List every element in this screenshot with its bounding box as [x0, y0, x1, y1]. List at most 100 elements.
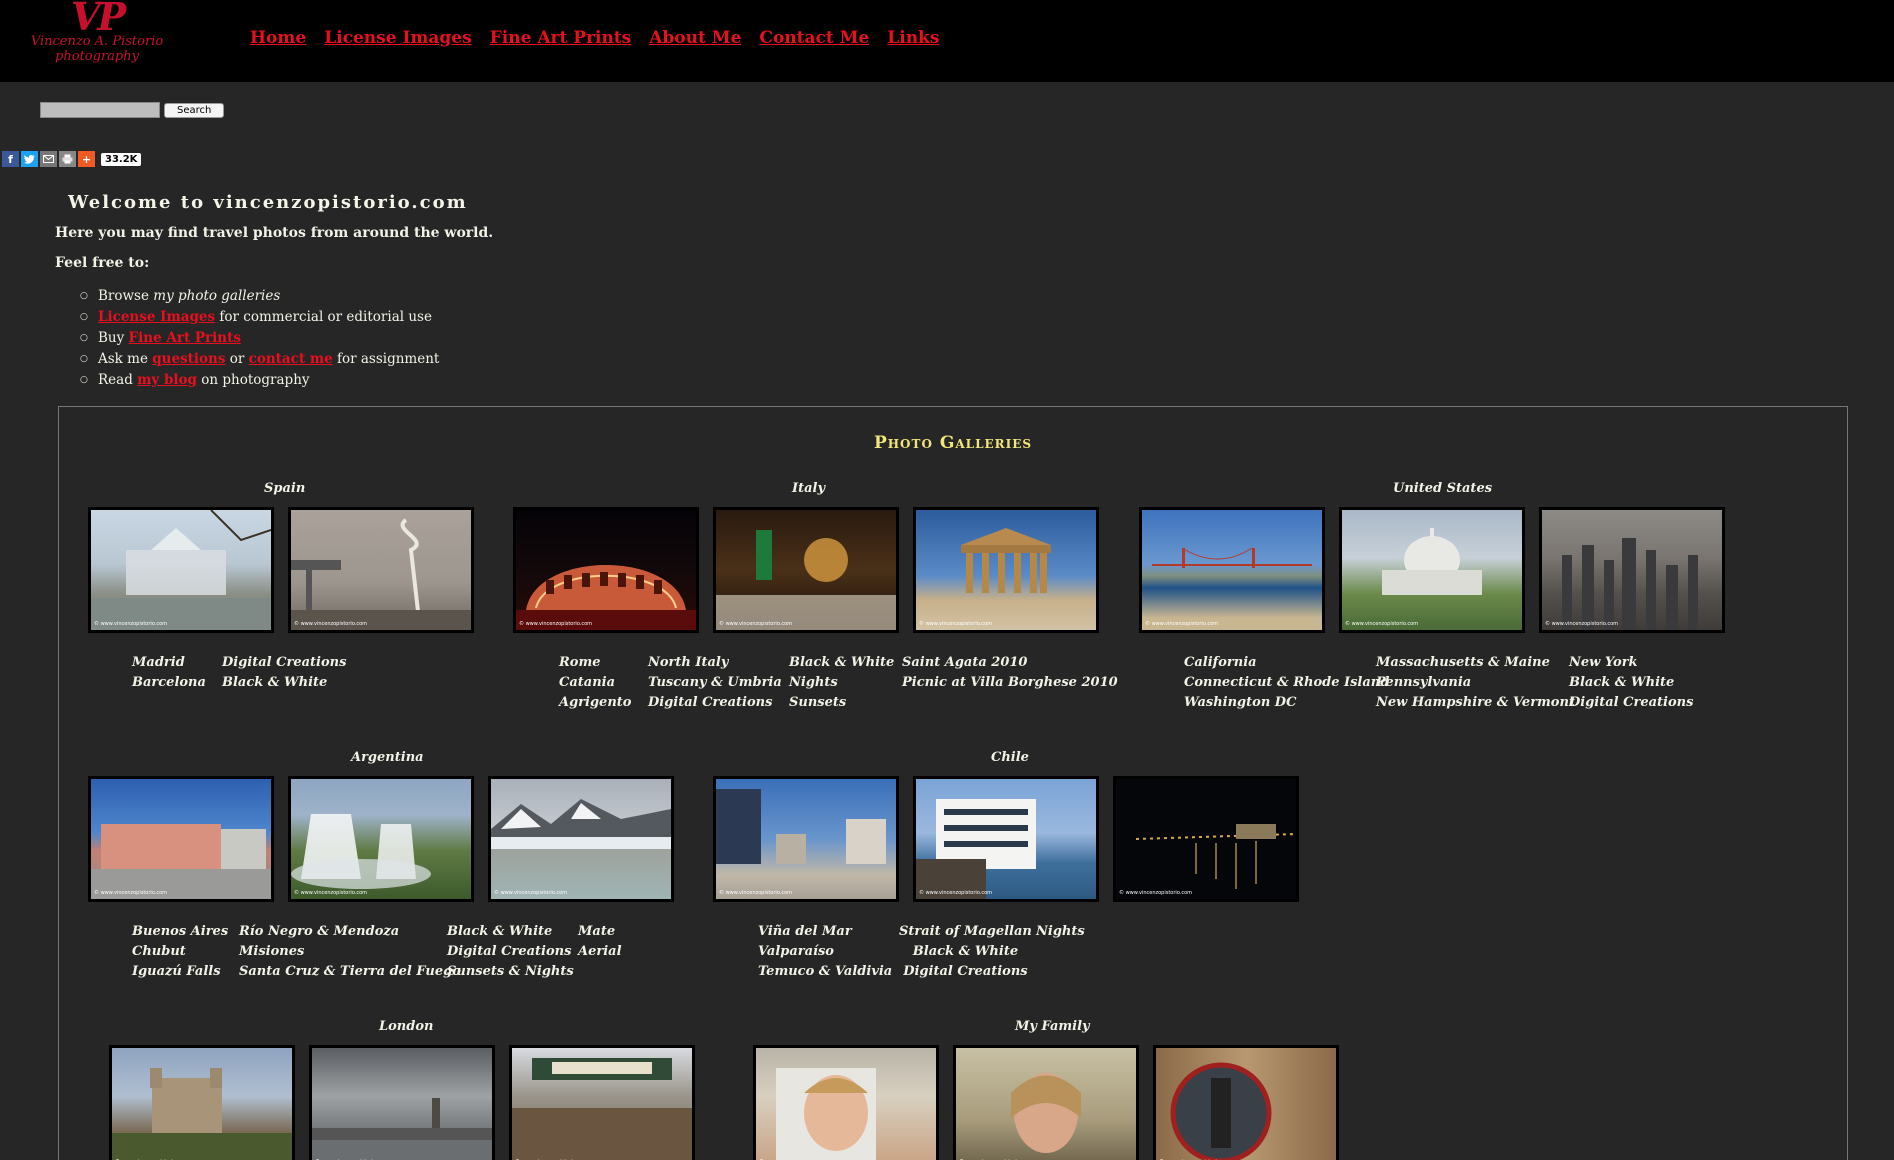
thumb-chile-vinadelmar[interactable]: © www.vincenzopistorio.com [713, 776, 899, 902]
gallery-link-new-york[interactable]: New York [1569, 653, 1693, 673]
gallery-link-spain-bw[interactable]: Black & White [222, 673, 346, 693]
gallery-link-connecticut[interactable]: Connecticut & Rhode Island [1184, 673, 1389, 693]
print-icon[interactable] [59, 151, 76, 167]
gallery-link-agrigento[interactable]: Agrigento [559, 693, 631, 713]
gallery-link-mate[interactable]: Mate [578, 922, 622, 942]
region-title-argentina: Argentina [351, 750, 424, 765]
gallery-link-magellan[interactable]: Strait of Magellan [899, 922, 1032, 942]
thumb-chile-valparaiso[interactable]: © www.vincenzopistorio.com [913, 776, 1099, 902]
thumb-london-borough[interactable]: © www.vincenzopistorio.com [509, 1045, 695, 1160]
gallery-link-villa-borghese[interactable]: Picnic at Villa Borghese 2010 [902, 673, 1118, 693]
gallery-link-california[interactable]: California [1184, 653, 1389, 673]
twitter-icon[interactable] [21, 151, 38, 167]
italy-links-col4: Saint Agata 2010 Picnic at Villa Borghes… [902, 653, 1118, 693]
thumb-spain-madrid[interactable]: © www.vincenzopistorio.com [88, 507, 274, 633]
gallery-link-argentina-digital[interactable]: Digital Creations [447, 942, 574, 962]
gallery-link-iguazu[interactable]: Iguazú Falls [132, 962, 228, 982]
gallery-link-buenos-aires[interactable]: Buenos Aires [132, 922, 228, 942]
thumb-london-tower[interactable]: © www.vincenzopistorio.com [109, 1045, 295, 1160]
gallery-link-washington[interactable]: Washington DC [1184, 693, 1389, 713]
thumb-watermark: © www.vincenzopistorio.com [1345, 621, 1419, 627]
logo-sub: photography [55, 49, 139, 64]
thumb-chile-nights[interactable]: © www.vincenzopistorio.com [1113, 776, 1299, 902]
gallery-link-pennsylvania[interactable]: Pennsylvania [1376, 673, 1575, 693]
gallery-link-aerial[interactable]: Aerial [578, 942, 622, 962]
license-images-link[interactable]: License Images [98, 309, 215, 325]
gallery-link-spain-digital[interactable]: Digital Creations [222, 653, 346, 673]
thumb-watermark: © www.vincenzopistorio.com [1545, 621, 1619, 627]
blog-link[interactable]: my blog [137, 372, 197, 388]
nav-license-images[interactable]: License Images [324, 28, 471, 48]
gallery-link-massachusetts[interactable]: Massachusetts & Maine [1376, 653, 1575, 673]
thumb-spain-barcelona[interactable]: © www.vincenzopistorio.com [288, 507, 474, 633]
region-title-spain: Spain [264, 481, 306, 496]
gallery-link-chubut[interactable]: Chubut [132, 942, 228, 962]
thumb-us-newyork[interactable]: © www.vincenzopistorio.com [1539, 507, 1725, 633]
nav-about-me[interactable]: About Me [649, 28, 741, 48]
thumb-watermark: © www.vincenzopistorio.com [294, 621, 368, 627]
gallery-link-vina-del-mar[interactable]: Viña del Mar [758, 922, 892, 942]
contact-me-link[interactable]: contact me [249, 351, 333, 367]
gallery-link-us-bw[interactable]: Black & White [1569, 673, 1693, 693]
gallery-link-valparaiso[interactable]: Valparaíso [758, 942, 892, 962]
facebook-icon[interactable]: f [2, 151, 19, 167]
gallery-link-north-italy[interactable]: North Italy [648, 653, 782, 673]
gallery-link-santa-cruz[interactable]: Santa Cruz & Tierra del Fuego [239, 962, 461, 982]
thumb-argentina-buenosaires[interactable]: © www.vincenzopistorio.com [88, 776, 274, 902]
nav-links[interactable]: Links [887, 28, 939, 48]
gallery-link-rio-negro[interactable]: Río Negro & Mendoza [239, 922, 461, 942]
thumb-family-3[interactable]: © www.vincenzopistorio.com [1153, 1045, 1339, 1160]
gallery-link-italy-digital[interactable]: Digital Creations [648, 693, 782, 713]
gallery-link-new-hampshire[interactable]: New Hampshire & Vermont [1376, 693, 1575, 713]
nav-fine-art-prints[interactable]: Fine Art Prints [490, 28, 632, 48]
gallery-link-misiones[interactable]: Misiones [239, 942, 461, 962]
search-button[interactable]: Search [164, 102, 225, 118]
list-text: Ask me [98, 351, 153, 367]
gallery-link-madrid[interactable]: Madrid [132, 653, 206, 673]
thumb-watermark: © www.vincenzopistorio.com [294, 890, 368, 896]
thumb-italy-catania[interactable]: © www.vincenzopistorio.com [713, 507, 899, 633]
nav-home[interactable]: Home [250, 28, 306, 48]
gallery-link-chile-nights[interactable]: Nights [1036, 922, 1085, 942]
gallery-link-us-digital[interactable]: Digital Creations [1569, 693, 1693, 713]
gallery-link-tuscany[interactable]: Tuscany & Umbria [648, 673, 782, 693]
region-title-family: My Family [1015, 1019, 1090, 1034]
gallery-link-barcelona[interactable]: Barcelona [132, 673, 206, 693]
gallery-link-catania[interactable]: Catania [559, 673, 631, 693]
nav-contact-me[interactable]: Contact Me [759, 28, 869, 48]
gallery-link-argentina-sunsets[interactable]: Sunsets & Nights [447, 962, 574, 982]
gallery-link-argentina-bw[interactable]: Black & White [447, 922, 574, 942]
gallery-link-chile-digital[interactable]: Digital Creations [903, 962, 1027, 982]
search-input[interactable] [40, 102, 160, 118]
gallery-link-italy-bw[interactable]: Black & White [789, 653, 894, 673]
list-text: for assignment [332, 351, 440, 367]
thumb-family-2[interactable]: © www.vincenzopistorio.com [953, 1045, 1139, 1160]
thumb-watermark: © www.vincenzopistorio.com [519, 621, 593, 627]
thumb-argentina-iguazu[interactable]: © www.vincenzopistorio.com [288, 776, 474, 902]
gallery-link-temuco[interactable]: Temuco & Valdivia [758, 962, 892, 982]
fine-art-prints-link[interactable]: Fine Art Prints [129, 330, 241, 346]
gallery-link-saint-agata[interactable]: Saint Agata 2010 [902, 653, 1118, 673]
chile-links-col3: Nights [1036, 922, 1085, 942]
gallery-link-chile-bw[interactable]: Black & White [913, 942, 1018, 962]
list-text: my photo galleries [153, 288, 281, 304]
gallery-link-italy-nights[interactable]: Nights [789, 673, 894, 693]
site-logo[interactable]: VP Vincenzo A. Pistorio photography [22, 0, 172, 76]
todo-list: Browse my photo galleries License Images… [80, 286, 440, 391]
thumb-italy-agrigento[interactable]: © www.vincenzopistorio.com [913, 507, 1099, 633]
thumb-london-westminster[interactable]: © www.vincenzopistorio.com [309, 1045, 495, 1160]
gallery-link-italy-sunsets[interactable]: Sunsets [789, 693, 894, 713]
questions-link[interactable]: questions [152, 351, 225, 367]
list-item: Read my blog on photography [80, 370, 439, 391]
email-icon[interactable] [40, 151, 57, 167]
thumb-us-california[interactable]: © www.vincenzopistorio.com [1139, 507, 1325, 633]
us-links-col2: Massachusetts & Maine Pennsylvania New H… [1376, 653, 1575, 713]
thumb-family-1[interactable]: © www.vincenzopistorio.com [753, 1045, 939, 1160]
thumb-us-washington[interactable]: © www.vincenzopistorio.com [1339, 507, 1525, 633]
thumb-italy-rome[interactable]: © www.vincenzopistorio.com [513, 507, 699, 633]
thumb-argentina-glacier[interactable]: © www.vincenzopistorio.com [488, 776, 674, 902]
list-text: for commercial or editorial use [215, 309, 432, 325]
main-nav: Home License Images Fine Art Prints Abou… [250, 28, 939, 48]
gallery-link-rome[interactable]: Rome [559, 653, 631, 673]
add-share-icon[interactable]: + [78, 151, 95, 167]
